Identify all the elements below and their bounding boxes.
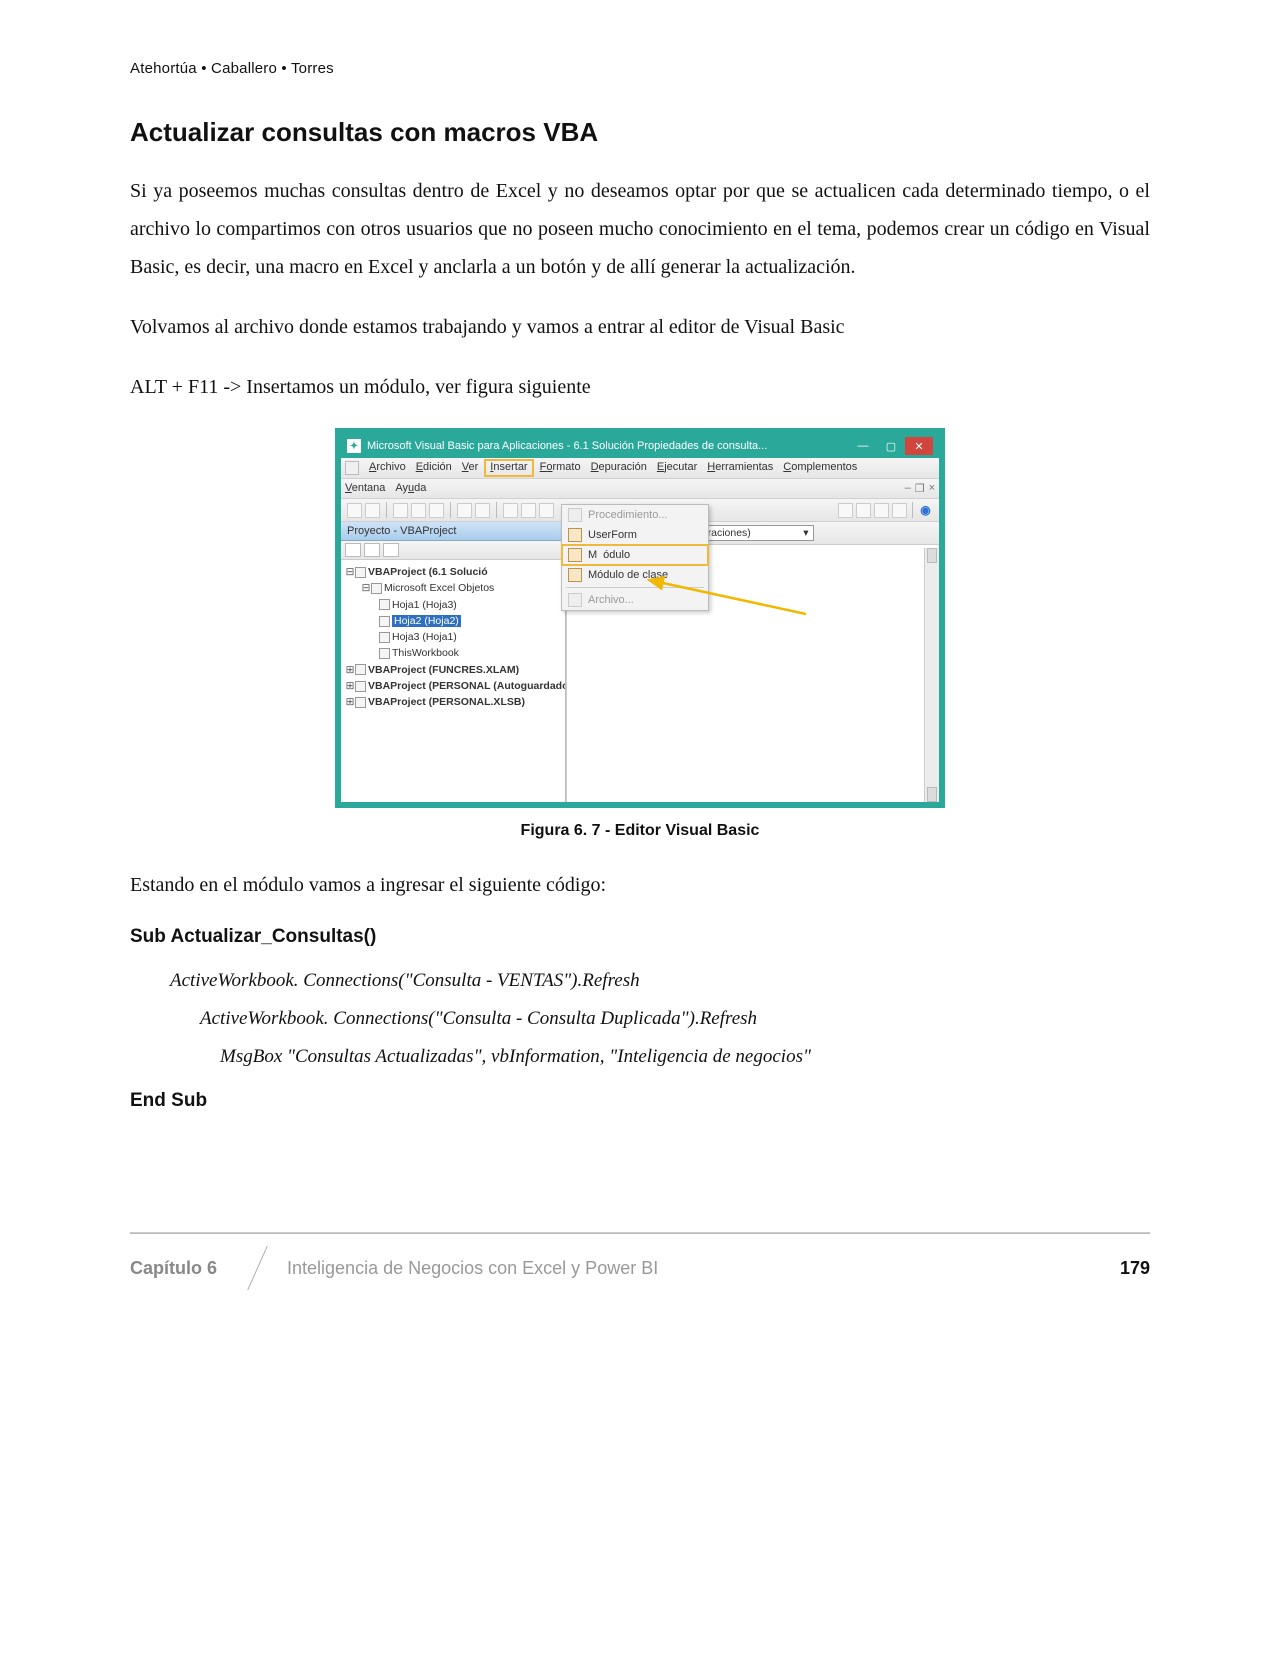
toolbar-icon[interactable] bbox=[475, 503, 490, 518]
dropdown-modulo-clase[interactable]: Módulo de clase bbox=[562, 565, 708, 585]
menu-edicion[interactable]: Edición bbox=[416, 461, 452, 475]
toolbar-stop-icon[interactable] bbox=[539, 503, 554, 518]
vbe-window: ✦ Microsoft Visual Basic para Aplicacion… bbox=[335, 428, 945, 808]
footer-chapter: Capítulo 6 bbox=[130, 1258, 247, 1279]
toolbar-icon[interactable] bbox=[347, 503, 362, 518]
vbe-app-icon: ✦ bbox=[347, 439, 361, 453]
code-line: ActiveWorkbook. Connections("Consulta - … bbox=[200, 1000, 1150, 1038]
toolbar-icon[interactable] bbox=[411, 503, 426, 518]
footer-title: Inteligencia de Negocios con Excel y Pow… bbox=[287, 1258, 1120, 1279]
running-header: Atehortúa • Caballero • Torres bbox=[130, 60, 1150, 77]
mdi-minimize-icon[interactable]: – bbox=[905, 482, 911, 495]
code-sub-close: End Sub bbox=[130, 1090, 1150, 1112]
dropdown-modulo[interactable]: Módulo bbox=[562, 545, 708, 565]
vertical-scrollbar[interactable] bbox=[924, 548, 939, 802]
toggle-folders-icon[interactable] bbox=[383, 543, 399, 557]
toolbar-icon[interactable] bbox=[365, 503, 380, 518]
menu-ayuda[interactable]: Ayuda bbox=[395, 482, 426, 495]
userform-icon bbox=[568, 528, 582, 542]
toolbar-icon[interactable] bbox=[393, 503, 408, 518]
toolbar-run-icon[interactable] bbox=[503, 503, 518, 518]
dropdown-userform[interactable]: UserForm bbox=[562, 525, 708, 545]
toolbar-icon[interactable] bbox=[838, 503, 853, 518]
menu-formato[interactable]: Formato bbox=[540, 461, 581, 475]
proc-icon bbox=[568, 508, 582, 522]
menu-depuracion[interactable]: Depuración bbox=[591, 461, 647, 475]
menu-complementos[interactable]: Complementos bbox=[783, 461, 857, 475]
body-paragraph: Estando en el módulo vamos a ingresar el… bbox=[130, 866, 1150, 904]
body-paragraph: ALT + F11 -> Insertamos un módulo, ver f… bbox=[130, 368, 1150, 406]
code-line: ActiveWorkbook. Connections("Consulta - … bbox=[170, 962, 1150, 1000]
selected-tree-item: Hoja2 (Hoja2) bbox=[392, 615, 461, 627]
toolbar-icon[interactable] bbox=[457, 503, 472, 518]
project-tree[interactable]: ⊟VBAProject (6.1 Solució ⊟Microsoft Exce… bbox=[341, 560, 565, 714]
excel-icon bbox=[345, 461, 359, 475]
toolbar-icon[interactable] bbox=[892, 503, 907, 518]
minimize-icon[interactable]: — bbox=[849, 437, 877, 455]
project-panel-title: Proyecto - VBAProject bbox=[341, 522, 565, 541]
menubar-row2: Ventana Ayuda – ❐ × bbox=[341, 479, 939, 499]
mdi-close-icon[interactable]: × bbox=[929, 482, 935, 495]
menu-herramientas[interactable]: Herramientas bbox=[707, 461, 773, 475]
dropdown-procedimiento: Procedimiento... bbox=[562, 505, 708, 525]
page-footer: Capítulo 6 Inteligencia de Negocios con … bbox=[130, 1233, 1150, 1314]
code-line: MsgBox "Consultas Actualizadas", vbInfor… bbox=[220, 1038, 1150, 1076]
project-panel-toolbar bbox=[341, 541, 565, 560]
module-icon bbox=[568, 548, 582, 562]
insert-dropdown: Procedimiento... UserForm Módulo Módulo … bbox=[561, 504, 709, 611]
menu-ventana[interactable]: Ventana bbox=[345, 482, 385, 495]
body-paragraph: Si ya poseemos muchas consultas dentro d… bbox=[130, 172, 1150, 286]
dropdown-archivo: Archivo... bbox=[562, 590, 708, 610]
file-icon bbox=[568, 593, 582, 607]
menu-archivo[interactable]: Archivo bbox=[369, 461, 406, 475]
help-icon[interactable]: ◉ bbox=[918, 503, 933, 517]
toolbar-icon[interactable] bbox=[874, 503, 889, 518]
menu-insertar[interactable]: Insertar bbox=[484, 459, 533, 477]
code-listing: Sub Actualizar_Consultas() ActiveWorkboo… bbox=[130, 926, 1150, 1112]
menu-ver[interactable]: Ver bbox=[462, 461, 479, 475]
mdi-restore-icon[interactable]: ❐ bbox=[915, 482, 925, 495]
close-icon[interactable]: ✕ bbox=[905, 437, 933, 455]
view-code-icon[interactable] bbox=[345, 543, 361, 557]
section-heading: Actualizar consultas con macros VBA bbox=[130, 117, 1150, 148]
body-paragraph: Volvamos al archivo donde estamos trabaj… bbox=[130, 308, 1150, 346]
menubar: Archivo Edición Ver Insertar Formato Dep… bbox=[341, 458, 939, 479]
vbe-title-text: Microsoft Visual Basic para Aplicaciones… bbox=[367, 440, 767, 452]
view-object-icon[interactable] bbox=[364, 543, 380, 557]
toolbar-icon[interactable] bbox=[429, 503, 444, 518]
page-number: 179 bbox=[1120, 1258, 1150, 1279]
toolbar-pause-icon[interactable] bbox=[521, 503, 536, 518]
code-sub-open: Sub Actualizar_Consultas() bbox=[130, 926, 1150, 948]
footer-divider-icon bbox=[237, 1252, 277, 1284]
project-explorer: Proyecto - VBAProject ⊟VBAProject (6.1 S… bbox=[341, 522, 566, 802]
figure-caption: Figura 6. 7 - Editor Visual Basic bbox=[521, 822, 760, 840]
maximize-icon[interactable]: ▢ bbox=[877, 437, 905, 455]
toolbar-icon[interactable] bbox=[856, 503, 871, 518]
class-module-icon bbox=[568, 568, 582, 582]
menu-ejecutar[interactable]: Ejecutar bbox=[657, 461, 697, 475]
vbe-titlebar: ✦ Microsoft Visual Basic para Aplicacion… bbox=[341, 434, 939, 458]
